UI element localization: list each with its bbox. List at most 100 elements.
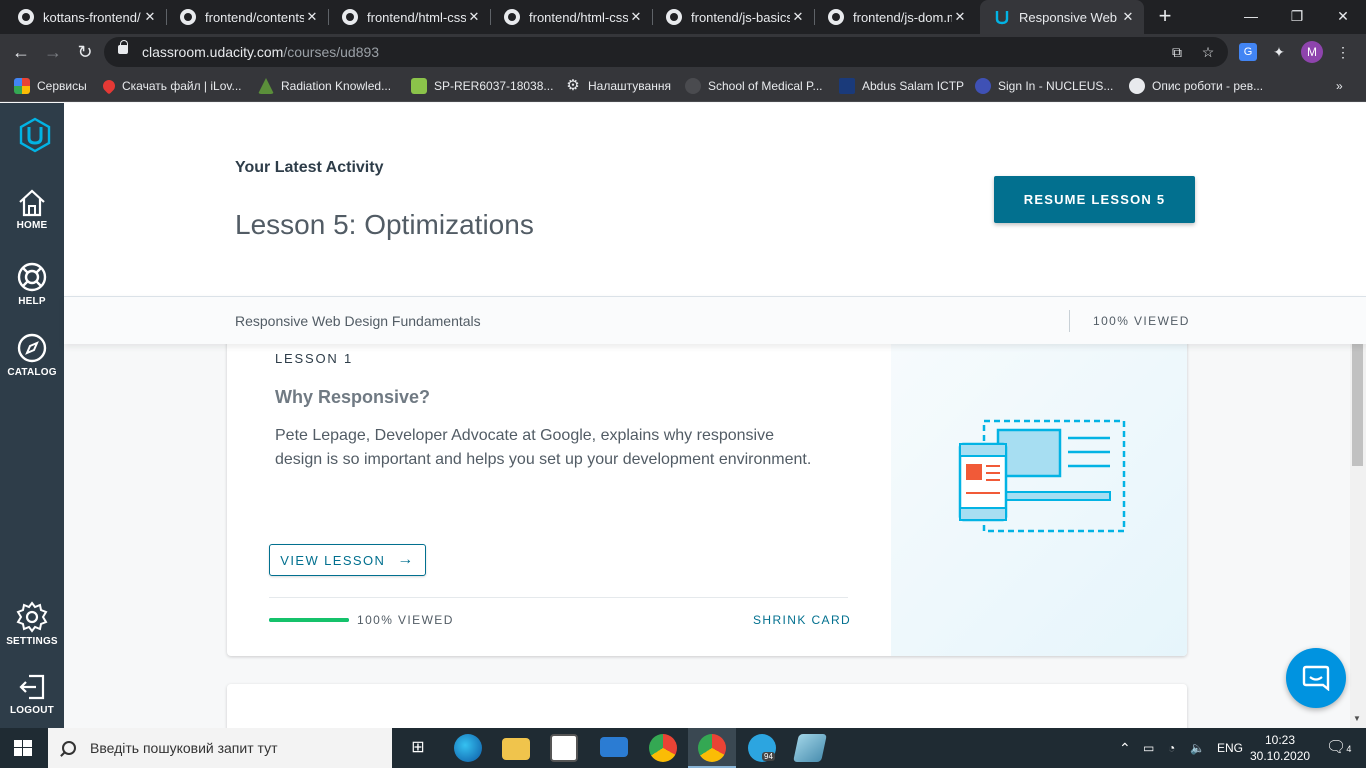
bookmark-item[interactable]: School of Medical P...: [685, 77, 823, 95]
resume-lesson-button[interactable]: RESUME LESSON 5: [994, 176, 1195, 223]
browser-tab-strip: kottans-frontend/ ✕ frontend/contents ✕ …: [0, 0, 1366, 34]
lesson-illustration: [891, 320, 1187, 656]
ictp-icon: [839, 78, 855, 94]
task-view-icon[interactable]: ⊞: [404, 734, 432, 762]
divider: [269, 597, 848, 598]
new-tab-button[interactable]: +: [1154, 5, 1176, 27]
bookmark-item[interactable]: Radiation Knowled...: [258, 77, 391, 95]
wifi-icon[interactable]: ◔: [1168, 728, 1175, 768]
notifications-icon[interactable]: 🗨4: [1326, 728, 1351, 768]
bookmark-item[interactable]: Sign In - NUCLEUS...: [975, 77, 1113, 95]
bookmark-item[interactable]: ⚙ Налаштування: [565, 77, 671, 95]
bookmark-item[interactable]: Скачать файл | iLov...: [100, 77, 242, 95]
sidebar-item-catalog[interactable]: CATALOG: [0, 332, 64, 378]
sidebar-item-label: HELP: [18, 296, 46, 307]
github-icon: [666, 9, 682, 25]
sidebar-item-label: CATALOG: [7, 367, 57, 378]
view-lesson-label: VIEW LESSON: [280, 552, 386, 568]
latest-activity-label: Your Latest Activity: [235, 159, 384, 176]
notes-app-icon[interactable]: [793, 734, 827, 762]
close-tab-icon[interactable]: ✕: [628, 9, 644, 25]
view-lesson-button[interactable]: VIEW LESSON →: [269, 544, 426, 576]
udacity-logo-icon[interactable]: [18, 117, 52, 153]
lifebuoy-icon: [17, 262, 47, 292]
forward-button[interactable]: →: [42, 41, 64, 63]
browser-tab[interactable]: frontend/contents ✕: [166, 0, 328, 34]
taskbar-active-app[interactable]: [688, 728, 736, 768]
github-icon: [180, 9, 196, 25]
browser-toolbar: ← → ↻ classroom.udacity.com/courses/ud89…: [0, 34, 1366, 70]
close-tab-icon[interactable]: ✕: [952, 9, 968, 25]
minimize-button[interactable]: —: [1228, 0, 1274, 34]
shrink-card-button[interactable]: SHRINK CARD: [753, 613, 851, 627]
volume-icon[interactable]: 🔈: [1190, 728, 1205, 768]
lesson-progress-label: 100% VIEWED: [357, 613, 454, 627]
sheet-icon: [411, 78, 427, 94]
mail-icon[interactable]: [600, 737, 628, 757]
browser-tab[interactable]: frontend/html-css ✕: [490, 0, 652, 34]
sidebar-item-help[interactable]: HELP: [0, 261, 64, 307]
address-bar[interactable]: classroom.udacity.com/courses/ud893 ⧉ ☆: [104, 37, 1228, 67]
close-tab-icon[interactable]: ✕: [466, 9, 482, 25]
github-icon: [18, 9, 34, 25]
menu-dots-icon[interactable]: ⋮: [1334, 43, 1352, 61]
profile-avatar[interactable]: M: [1301, 41, 1323, 63]
sidebar-item-label: SETTINGS: [6, 636, 58, 647]
close-tab-icon[interactable]: ✕: [790, 9, 806, 25]
udacity-sidebar: HOME HELP CATALOG SETTINGS LOGOUT: [0, 103, 64, 728]
browser-tab[interactable]: kottans-frontend/ ✕: [4, 0, 166, 34]
google-translate-extension-icon[interactable]: G: [1239, 43, 1257, 61]
bookmark-star-icon[interactable]: ☆: [1199, 43, 1217, 61]
chrome-icon[interactable]: [649, 734, 677, 762]
taskbar-clock[interactable]: 10:23 30.10.2020: [1250, 732, 1310, 764]
bookmark-item[interactable]: SP-RER6037-18038...: [411, 77, 553, 95]
browser-tab-active[interactable]: Responsive Web D ✕: [980, 0, 1144, 34]
translate-icon[interactable]: ⧉: [1168, 43, 1186, 61]
bookmark-item[interactable]: Abdus Salam ICTP: [839, 77, 964, 95]
bookmark-item[interactable]: Опис роботи - рев...: [1129, 77, 1263, 95]
sidebar-item-settings[interactable]: SETTINGS: [0, 601, 64, 647]
scrollbar-thumb[interactable]: [1352, 344, 1363, 466]
page-scrollbar[interactable]: ▼: [1350, 344, 1366, 728]
browser-tab[interactable]: frontend/html-css ✕: [328, 0, 490, 34]
progress-fill: [269, 618, 349, 622]
lesson-progress-bar: [269, 618, 349, 622]
bookmark-label: Скачать файл | iLov...: [122, 79, 242, 93]
notifications-count: 4: [1346, 744, 1352, 754]
latest-activity-header: Your Latest Activity Lesson 5: Optimizat…: [64, 103, 1366, 296]
store-icon[interactable]: [550, 734, 578, 762]
reload-button[interactable]: ↻: [74, 41, 96, 63]
scroll-down-arrow-icon[interactable]: ▼: [1353, 714, 1361, 723]
clock-time: 10:23: [1264, 733, 1296, 747]
restore-button[interactable]: ❐: [1274, 0, 1320, 34]
file-explorer-icon[interactable]: [502, 738, 530, 760]
bookmarks-overflow-icon[interactable]: »: [1336, 77, 1343, 95]
taskbar-search-box[interactable]: Введіть пошуковий запит тут: [48, 728, 392, 768]
close-window-button[interactable]: ✕: [1320, 0, 1366, 34]
back-button[interactable]: ←: [10, 41, 32, 63]
language-indicator[interactable]: ENG: [1217, 728, 1243, 768]
windows-start-icon[interactable]: [14, 740, 32, 756]
tray-overflow-icon[interactable]: ⌃: [1119, 728, 1131, 768]
bookmark-label: Sign In - NUCLEUS...: [998, 79, 1114, 93]
bookmark-item[interactable]: Сервисы: [14, 77, 87, 95]
bookmark-label: Abdus Salam ICTP: [862, 79, 965, 93]
browser-tab[interactable]: frontend/js-dom.m ✕: [814, 0, 976, 34]
close-tab-icon[interactable]: ✕: [304, 9, 320, 25]
tab-title: frontend/js-dom.m: [853, 9, 952, 25]
telegram-icon[interactable]: 94: [748, 734, 776, 762]
extensions-puzzle-icon[interactable]: ✦: [1270, 43, 1288, 61]
browser-tab[interactable]: frontend/js-basics ✕: [652, 0, 814, 34]
edge-browser-icon[interactable]: [454, 734, 482, 762]
close-tab-icon[interactable]: ✕: [142, 9, 158, 25]
apps-grid-icon: [14, 78, 30, 94]
close-tab-icon[interactable]: ✕: [1120, 9, 1136, 25]
sidebar-item-home[interactable]: HOME: [0, 189, 64, 231]
lesson-card-title: Why Responsive?: [275, 387, 431, 407]
search-icon: [62, 741, 76, 755]
chat-launcher-button[interactable]: [1286, 648, 1346, 708]
sidebar-item-label: HOME: [16, 220, 48, 231]
sidebar-item-logout[interactable]: LOGOUT: [0, 672, 64, 716]
windows-taskbar: Введіть пошуковий запит тут ⊞ 94 ⌃ ▭ ◔ 🔈…: [0, 728, 1366, 768]
battery-icon[interactable]: ▭: [1143, 728, 1154, 768]
